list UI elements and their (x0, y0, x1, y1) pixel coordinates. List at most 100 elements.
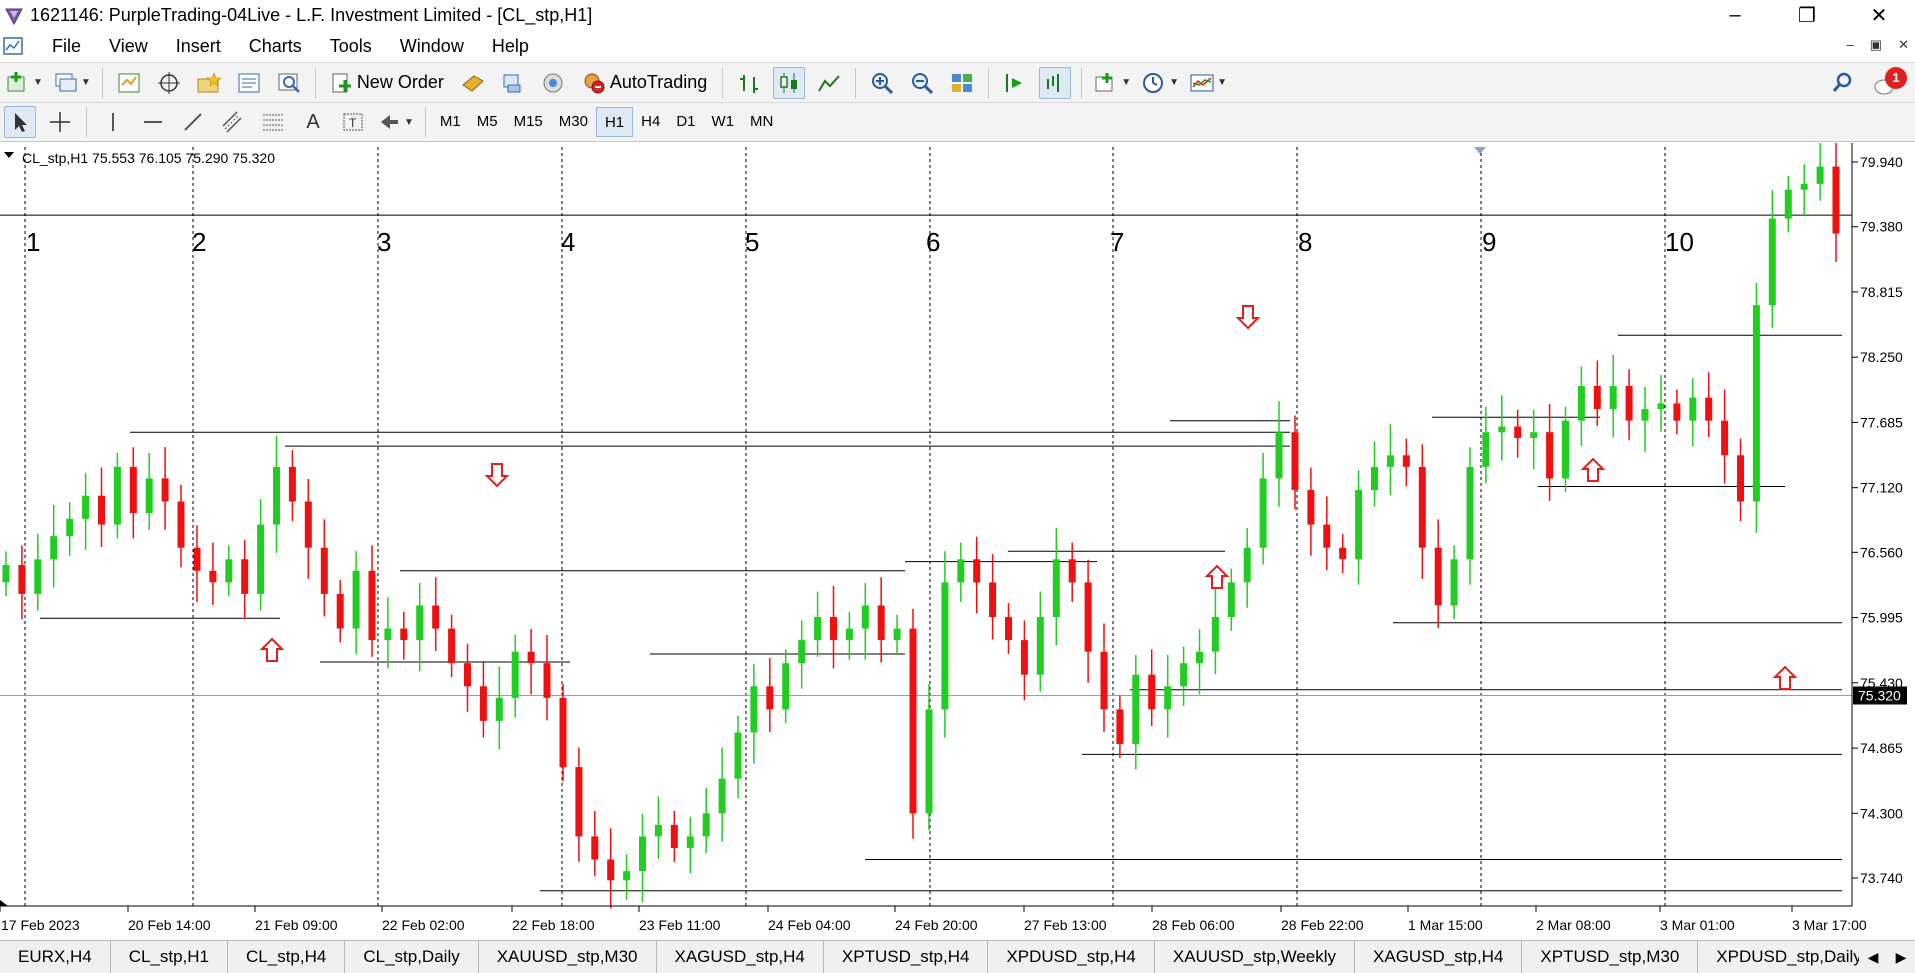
text-button[interactable]: A (297, 106, 329, 138)
experts-button[interactable] (497, 67, 529, 99)
tab-scroll-right-icon[interactable]: ▶ (1896, 949, 1907, 966)
zoom-out-button[interactable] (906, 67, 938, 99)
red-up-arrow-marker[interactable] (1204, 564, 1230, 589)
line-chart-button[interactable] (813, 67, 845, 99)
restore-button[interactable]: ❐ (1771, 0, 1843, 31)
chart-tab[interactable]: CL_stp,Daily (345, 941, 479, 973)
vertical-line-button[interactable] (97, 106, 129, 138)
mdi-restore-button[interactable]: ▣ (1870, 37, 1882, 53)
chart-document-icon[interactable] (2, 35, 26, 59)
indicators-icon (1095, 72, 1113, 91)
new-chart-button[interactable]: ▼ (4, 67, 44, 99)
profiles-button[interactable]: ▼ (52, 67, 92, 99)
chart-tab[interactable]: XAUUSD_stp,M30 (479, 941, 657, 973)
indicators-button[interactable]: ▼ (1092, 67, 1132, 99)
bullish-candle (1180, 663, 1188, 687)
timeframe-m30[interactable]: M30 (551, 107, 596, 137)
chart-tab[interactable]: XAUUSD_stp,Weekly (1155, 941, 1356, 973)
trendline-button[interactable] (177, 106, 209, 138)
bullish-candle (352, 570, 360, 629)
bearish-candle (575, 767, 583, 837)
bearish-candle (1020, 640, 1028, 675)
menu-tools[interactable]: Tools (316, 36, 386, 57)
menu-help[interactable]: Help (478, 36, 543, 57)
chart-tab[interactable]: CL_stp,H4 (228, 941, 346, 973)
timeframe-d1[interactable]: D1 (668, 107, 703, 137)
chart-shift-marker-icon[interactable] (1474, 147, 1486, 154)
arrows-button[interactable]: ▼ (377, 106, 415, 138)
candlestick-chart-button[interactable] (773, 66, 806, 99)
chart-tab[interactable]: XPTUSD_stp,M30 (1522, 941, 1699, 973)
bullish-candle (495, 697, 503, 721)
menu-view[interactable]: View (95, 36, 162, 57)
market-watch-button[interactable] (113, 67, 145, 99)
mdi-minimize-button[interactable]: – (1847, 37, 1854, 53)
bullish-candle (1768, 218, 1776, 306)
time-tick-label: 23 Feb 11:00 (639, 917, 721, 933)
fibonacci-button[interactable] (257, 106, 289, 138)
horizontal-line-button[interactable] (137, 106, 169, 138)
zoom-in-button[interactable] (866, 67, 898, 99)
timeframe-h4[interactable]: H4 (633, 107, 668, 137)
navigator-button[interactable] (193, 67, 225, 99)
bullish-candle (34, 559, 42, 594)
timeframe-m15[interactable]: M15 (506, 107, 551, 137)
chart-tab[interactable]: XAGUSD_stp,H4 (1355, 941, 1523, 973)
signals-button[interactable] (537, 67, 569, 99)
search-button[interactable] (1831, 71, 1855, 100)
time-tick-label: 28 Feb 06:00 (1152, 917, 1235, 933)
bar-chart-button[interactable] (733, 67, 765, 99)
red-up-arrow-marker[interactable] (259, 637, 285, 662)
chart-tab[interactable]: XAGUSD_stp,H4 (657, 941, 824, 973)
candlestick-icon (780, 72, 798, 93)
bullish-candle (1227, 582, 1235, 617)
autotrading-button[interactable]: AutoTrading (577, 67, 712, 99)
minimize-button[interactable]: – (1699, 0, 1771, 31)
bullish-candle (273, 466, 280, 525)
menu-charts[interactable]: Charts (235, 36, 316, 57)
tile-windows-button[interactable] (946, 67, 978, 99)
strategy-tester-button[interactable] (273, 67, 305, 99)
chart-tab[interactable]: XPDUSD_stp,Daily (1698, 941, 1881, 973)
metaeditor-button[interactable] (457, 67, 489, 99)
templates-button[interactable]: ▼ (1188, 67, 1228, 99)
time-tick-label: 27 Feb 13:00 (1024, 917, 1107, 933)
data-window-button[interactable] (153, 67, 185, 99)
text-label-button[interactable]: T (337, 106, 369, 138)
chart-tab[interactable]: XPDUSD_stp,H4 (988, 941, 1155, 973)
chart-tab[interactable]: XPTUSD_stp,H4 (824, 941, 989, 973)
price-chart[interactable]: 1 2 3 4 5 6 7 8 9 10 79.940 79.380 78.815 78.250 77.6… (0, 143, 1915, 940)
timeframe-mn[interactable]: MN (742, 107, 781, 137)
equidistant-channel-button[interactable] (217, 106, 249, 138)
bullish-candle (861, 605, 869, 629)
red-up-arrow-marker[interactable] (1580, 457, 1606, 482)
timeframe-h1[interactable]: H1 (595, 107, 634, 137)
cursor-button[interactable] (4, 106, 36, 138)
close-button[interactable]: ✕ (1843, 0, 1915, 31)
red-up-arrow-marker[interactable] (1772, 665, 1798, 690)
chart-shift-button[interactable] (999, 67, 1031, 99)
chart-tab[interactable]: CL_stp,H1 (111, 941, 229, 973)
symbol-info-collapse-icon[interactable] (4, 152, 14, 158)
menu-window[interactable]: Window (386, 36, 478, 57)
menu-insert[interactable]: Insert (162, 36, 235, 57)
red-down-arrow-marker[interactable] (484, 463, 510, 488)
crosshair-button[interactable] (44, 106, 76, 138)
period-label: 7 (1110, 227, 1124, 257)
chart-window[interactable]: 1 2 3 4 5 6 7 8 9 10 79.940 79.380 78.815 78.250 77.6… (0, 143, 1915, 940)
timeframe-w1[interactable]: W1 (704, 107, 743, 137)
notifications-button[interactable]: 1 (1873, 67, 1907, 99)
red-down-arrow-marker[interactable] (1235, 305, 1261, 330)
timeframe-m5[interactable]: M5 (469, 107, 506, 137)
mdi-close-button[interactable]: ✕ (1898, 37, 1909, 53)
bearish-candle (1673, 403, 1681, 421)
timeframe-m1[interactable]: M1 (432, 107, 469, 137)
auto-scroll-button[interactable] (1039, 66, 1072, 99)
terminal-button[interactable] (233, 67, 265, 99)
periods-button[interactable]: ▼ (1140, 67, 1180, 99)
new-order-button[interactable]: New Order (326, 67, 449, 99)
menu-file[interactable]: File (38, 36, 95, 57)
chart-tab[interactable]: EURX,H4 (0, 941, 111, 973)
tab-scroll-left-icon[interactable]: ◀ (1868, 949, 1879, 966)
bullish-candle (1386, 455, 1394, 467)
